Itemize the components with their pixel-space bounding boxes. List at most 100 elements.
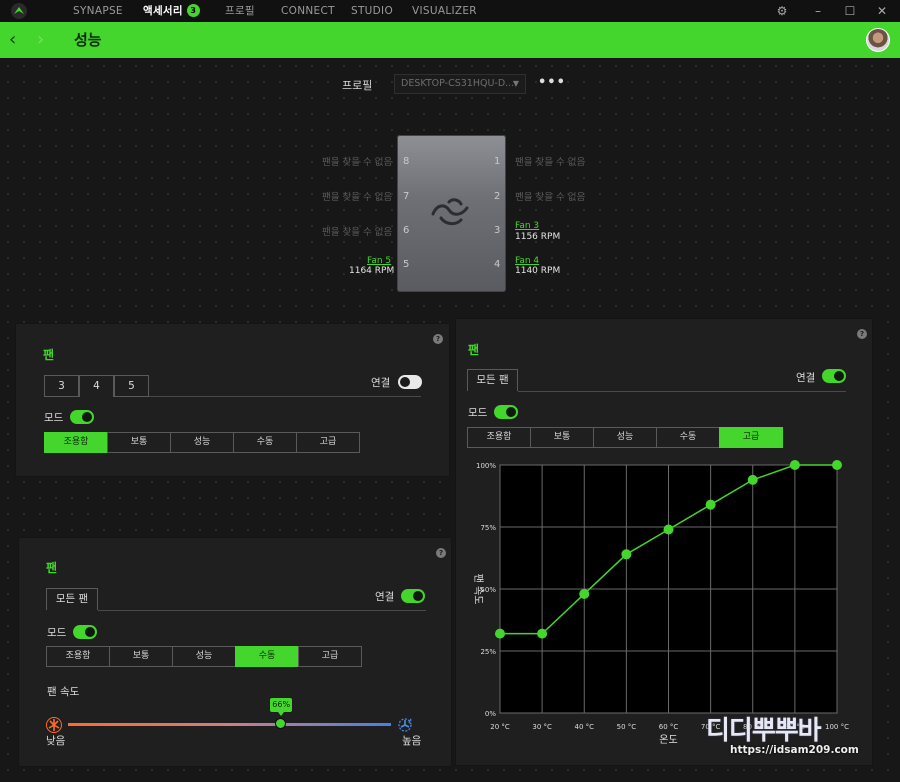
help-icon[interactable]: ? (857, 329, 867, 339)
toggle-knob (85, 627, 95, 637)
fan-curve-svg[interactable]: 0%25%50%75%100%20 °C 30 °C 40 °C 50 °C 60 °C… (466, 460, 851, 750)
toggle-knob (400, 377, 410, 387)
nav-tab-accessories[interactable]: 액세서리 3 (143, 0, 200, 22)
toggle-knob (834, 371, 844, 381)
mode-advanced-button[interactable]: 고급 (298, 646, 362, 667)
maximize-icon[interactable]: ☐ (840, 0, 860, 22)
panel-title: 팬 (43, 348, 55, 362)
mode-selector: 조용함 보통 성능 수동 고급 (467, 427, 783, 448)
connect-toggle[interactable] (401, 589, 425, 603)
fan-5-link[interactable]: Fan 5 (367, 256, 391, 266)
fan-tabs: 모든 팬 (467, 369, 518, 391)
profile-label: 프로필 (342, 79, 373, 92)
connect-label: 연결 (371, 377, 391, 389)
port-number: 8 (403, 156, 410, 167)
tab-all-fans[interactable]: 모든 팬 (46, 588, 98, 610)
razer-snake-logo-icon (431, 198, 469, 226)
mode-quiet-button[interactable]: 조용함 (467, 427, 531, 448)
curve-point[interactable] (832, 460, 842, 470)
mode-selector: 조용함 보통 성능 수동 고급 (46, 646, 362, 667)
help-icon[interactable]: ? (436, 548, 446, 558)
fan-speed-slider-track[interactable] (68, 723, 391, 726)
tab-fan-5[interactable]: 5 (114, 375, 149, 397)
curve-point[interactable] (537, 628, 548, 639)
mode-advanced-button[interactable]: 고급 (296, 432, 360, 453)
page-title: 성능 (74, 31, 102, 49)
razer-logo-icon[interactable] (10, 2, 28, 20)
mode-label: 모드 (47, 627, 67, 639)
forward-arrow-icon[interactable]: › (37, 30, 44, 50)
tab-all-fans[interactable]: 모든 팬 (467, 369, 518, 391)
profile-dropdown[interactable]: DESKTOP-CS31HQU-D... ▼ (394, 74, 526, 94)
close-icon[interactable]: ✕ (872, 0, 892, 22)
mode-quiet-button[interactable]: 조용함 (44, 432, 108, 453)
mode-toggle[interactable] (70, 410, 94, 424)
nav-tab-synapse[interactable]: SYNAPSE (73, 0, 123, 22)
mode-toggle[interactable] (494, 405, 518, 419)
chevron-down-icon: ▼ (512, 79, 519, 88)
mode-manual-button[interactable]: 수동 (233, 432, 297, 453)
port-number: 4 (494, 259, 501, 270)
fan-3-rpm: 1156 RPM (515, 232, 561, 242)
mode-normal-button[interactable]: 보통 (107, 432, 171, 453)
curve-point[interactable] (747, 474, 758, 485)
minimize-icon[interactable]: – (808, 0, 828, 22)
mode-quiet-button[interactable]: 조용함 (46, 646, 110, 667)
toggle-knob (82, 412, 92, 422)
more-options-button[interactable]: ••• (538, 75, 566, 90)
fan-controller-device: 8 7 6 5 1 2 3 4 (397, 135, 506, 292)
port-number: 6 (403, 225, 410, 236)
fan-speed-value-tooltip: 66% (270, 698, 293, 716)
fan-not-found-label: 팬을 찾을 수 없음 (322, 227, 393, 238)
fan-3-link[interactable]: Fan 3 (515, 221, 539, 231)
mode-normal-button[interactable]: 보통 (109, 646, 173, 667)
tab-fan-4[interactable]: 4 (79, 375, 114, 397)
curve-point[interactable] (705, 499, 716, 510)
help-icon[interactable]: ? (433, 334, 443, 344)
x-tick-label: 20 °C (490, 723, 510, 731)
high-speed-fan-icon (398, 718, 412, 732)
user-avatar[interactable] (866, 28, 890, 52)
connect-toggle[interactable] (822, 369, 846, 383)
curve-point[interactable] (621, 549, 632, 560)
mode-performance-button[interactable]: 성능 (172, 646, 236, 667)
profile-dropdown-value: DESKTOP-CS31HQU-D... (401, 78, 515, 89)
panel-title: 팬 (468, 343, 480, 357)
fan-curve-chart[interactable]: 0% 25% 50% 75% 100% 20 °C 30 °C 40 °C 50 °C 60 °C… (466, 460, 851, 750)
nav-tab-connect[interactable]: CONNECT (281, 0, 335, 22)
nav-tab-profiles[interactable]: 프로필 (225, 0, 255, 22)
mode-manual-button[interactable]: 수동 (235, 646, 299, 667)
mode-advanced-button[interactable]: 고급 (719, 427, 783, 448)
mode-normal-button[interactable]: 보통 (530, 427, 594, 448)
mode-manual-button[interactable]: 수동 (656, 427, 720, 448)
fan-not-found-label: 팬을 찾을 수 없음 (515, 157, 586, 168)
x-tick-label: 70 °C (701, 723, 721, 731)
nav-tab-studio[interactable]: STUDIO (351, 0, 393, 22)
mode-performance-button[interactable]: 성능 (593, 427, 657, 448)
settings-gear-icon[interactable]: ⚙ (772, 0, 792, 22)
fan-4-link[interactable]: Fan 4 (515, 256, 539, 266)
curve-point[interactable] (579, 588, 590, 599)
back-arrow-icon[interactable]: ‹ (9, 30, 16, 50)
mode-performance-button[interactable]: 성능 (170, 432, 234, 453)
low-speed-fan-icon (46, 717, 62, 733)
curve-point[interactable] (789, 460, 800, 470)
curve-point[interactable] (495, 628, 505, 639)
x-axis-title: 온도 (659, 734, 677, 746)
x-tick-label: 50 °C (617, 723, 637, 731)
nav-tab-visualizer[interactable]: VISUALIZER (412, 0, 477, 22)
curve-point[interactable] (663, 524, 674, 535)
connect-toggle[interactable] (398, 375, 422, 389)
low-label: 낮음 (46, 735, 66, 747)
fan-not-found-label: 팬을 찾을 수 없음 (322, 157, 393, 168)
toggle-knob (413, 591, 423, 601)
port-number: 7 (403, 191, 410, 202)
top-nav: SYNAPSE 액세서리 3 프로필 CONNECT STUDIO VISUALI… (0, 0, 900, 22)
mode-label: 모드 (468, 407, 488, 419)
port-number: 2 (494, 191, 501, 202)
tab-fan-3[interactable]: 3 (44, 375, 79, 397)
y-tick-label: 75% (480, 524, 496, 532)
y-tick-label: 100% (476, 462, 496, 470)
fan-panel-group: ? 팬 3 4 5 연결 모드 조용함 보통 성능 수동 고급 (15, 323, 450, 477)
mode-toggle[interactable] (73, 625, 97, 639)
